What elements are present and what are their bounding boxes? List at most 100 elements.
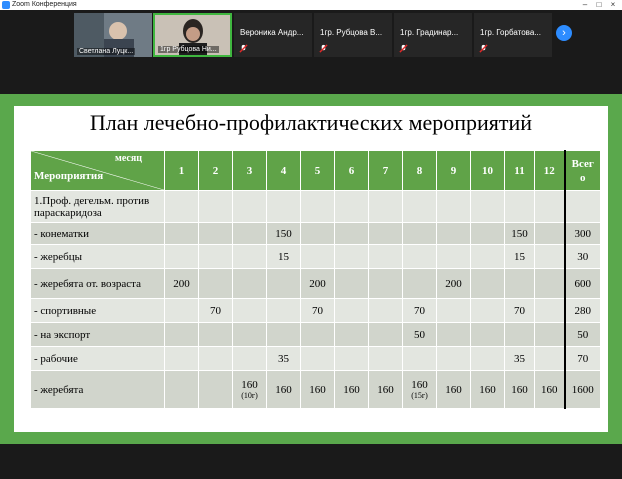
month-value-cell: [436, 244, 471, 269]
month-value-cell: [198, 222, 233, 245]
month-value-cell: [470, 268, 505, 299]
month-value-cell: [266, 322, 301, 347]
cell-value: 160: [309, 383, 326, 396]
table-row: - конематки 150 150 300: [30, 222, 601, 245]
month-value-cell: 160 (15г): [402, 370, 437, 409]
month-header: 7: [368, 150, 403, 191]
month-value-cell: 200: [436, 268, 471, 299]
mic-muted-icon: [479, 44, 488, 53]
month-value-cell: [402, 222, 437, 245]
activity-cell: 1.Проф. дегельм. против параскаридоза: [30, 190, 165, 223]
participant-tile[interactable]: 1гр. Градинар...: [394, 13, 472, 57]
activity-cell: - жеребцы: [30, 244, 165, 269]
month-value-cell: [534, 222, 565, 245]
month-value-cell: 35: [504, 346, 535, 371]
month-header: 1: [164, 150, 199, 191]
participant-tile[interactable]: 1гр. Горбатова...: [474, 13, 552, 57]
cell-value: 70: [414, 304, 425, 317]
window-titlebar: Zoom Конференция – □ ×: [0, 0, 622, 10]
cell-value: 150: [275, 227, 292, 240]
next-page-button[interactable]: ›: [556, 25, 572, 41]
month-value-cell: [164, 322, 199, 347]
total-header: Всег о: [563, 150, 601, 191]
month-value-cell: [300, 190, 335, 223]
activity-cell: - на экспорт: [30, 322, 165, 347]
month-value-cell: [436, 190, 471, 223]
month-value-cell: [266, 268, 301, 299]
cell-value: 160: [541, 383, 558, 396]
cell-note: (15г): [411, 391, 428, 400]
zoom-app-icon: [2, 1, 10, 9]
total-cell: 600: [563, 268, 601, 299]
cell-value: 50: [414, 328, 425, 341]
cell-value: 35: [278, 352, 289, 365]
month-value-cell: [164, 346, 199, 371]
participant-tile[interactable]: Вероника Андр...: [234, 13, 312, 57]
total-cell: 70: [563, 346, 601, 371]
maximize-icon[interactable]: □: [592, 0, 606, 10]
month-value-cell: [334, 190, 369, 223]
cell-value: 160: [343, 383, 360, 396]
month-value-cell: 70: [402, 298, 437, 323]
cell-value: 70: [312, 304, 323, 317]
month-value-cell: [470, 346, 505, 371]
header-corner: месяц Мероприятия: [30, 150, 165, 191]
month-value-cell: 160: [534, 370, 565, 409]
month-value-cell: [232, 244, 267, 269]
month-value-cell: 35: [266, 346, 301, 371]
month-value-cell: [164, 244, 199, 269]
month-value-cell: [334, 268, 369, 299]
month-header: 4: [266, 150, 301, 191]
total-cell: 50: [563, 322, 601, 347]
cell-value: 160: [479, 383, 496, 396]
month-value-cell: 160: [266, 370, 301, 409]
month-value-cell: [504, 322, 535, 347]
month-value-cell: 150: [504, 222, 535, 245]
activity-cell: - жеребята от. возраста: [30, 268, 165, 299]
month-value-cell: 150: [266, 222, 301, 245]
table-row: - жеребята от. возраста 200 200 200 600: [30, 268, 601, 299]
month-value-cell: [300, 244, 335, 269]
month-value-cell: [470, 298, 505, 323]
participant-name: 1гр Рубцова Ни...: [158, 46, 219, 53]
participant-tile[interactable]: Светлана Луцк...: [74, 13, 152, 57]
cell-value: 150: [511, 227, 528, 240]
month-value-cell: [198, 346, 233, 371]
cell-value: 160: [275, 383, 292, 396]
total-cell: 280: [563, 298, 601, 323]
participant-name: Вероника Андр...: [240, 28, 304, 37]
chevron-right-icon: ›: [562, 27, 566, 39]
month-value-cell: [334, 244, 369, 269]
participant-tile[interactable]: 1гр. Рубцова В...: [314, 13, 392, 57]
cell-value: 15: [514, 250, 525, 263]
month-value-cell: [334, 346, 369, 371]
month-value-cell: 160: [368, 370, 403, 409]
month-value-cell: [334, 298, 369, 323]
month-value-cell: 70: [300, 298, 335, 323]
total-cell: 30: [563, 244, 601, 269]
cell-note: (10г): [241, 391, 258, 400]
table-row: - на экспорт 50 50: [30, 322, 601, 347]
month-value-cell: 15: [504, 244, 535, 269]
mic-muted-icon: [239, 44, 248, 53]
month-value-cell: [164, 370, 199, 409]
close-icon[interactable]: ×: [606, 0, 620, 10]
cell-value: 200: [173, 277, 190, 290]
minimize-icon[interactable]: –: [578, 0, 592, 10]
table-row: - жеребята 160 (10г) 160 160 160 160 160 (15г) 16…: [30, 370, 601, 409]
month-value-cell: [232, 346, 267, 371]
month-value-cell: [232, 298, 267, 323]
month-value-cell: [402, 244, 437, 269]
month-header: 6: [334, 150, 369, 191]
table-row: 1.Проф. дегельм. против параскаридоза: [30, 190, 601, 223]
month-value-cell: [436, 346, 471, 371]
participant-tile-active[interactable]: 1гр Рубцова Ни...: [153, 13, 232, 57]
activity-label: Мероприятия: [34, 170, 104, 182]
cell-value: 160: [377, 383, 394, 396]
cell-value: 160: [445, 383, 462, 396]
month-value-cell: 50: [402, 322, 437, 347]
total-cell: 300: [563, 222, 601, 245]
month-value-cell: [300, 346, 335, 371]
month-value-cell: [534, 244, 565, 269]
month-value-cell: [232, 268, 267, 299]
